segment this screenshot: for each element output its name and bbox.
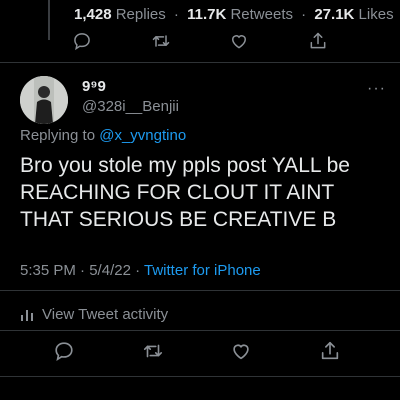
tweet-text: Bro you stole my ppls post YALL be REACH… <box>20 154 350 231</box>
analytics-icon <box>21 309 33 321</box>
view-tweet-activity-link[interactable]: View Tweet activity <box>20 306 168 323</box>
meta-divider <box>0 290 400 291</box>
retweet-icon[interactable] <box>141 339 165 363</box>
previous-tweet-stats: 1,428 Replies · 11.7K Retweets · 27.1K L… <box>74 6 394 23</box>
tweet-date[interactable]: 5/4/22 <box>89 262 131 279</box>
reply-icon[interactable] <box>52 339 76 363</box>
author-handle[interactable]: @328i__Benjii <box>82 98 179 115</box>
tweet-time[interactable]: 5:35 PM <box>20 262 76 279</box>
tweet-source-link[interactable]: Twitter for iPhone <box>144 262 261 279</box>
share-icon[interactable] <box>306 29 330 53</box>
tweet-actions <box>52 338 342 364</box>
more-options-icon[interactable]: ··· <box>367 80 386 98</box>
previous-tweet-actions <box>70 30 330 52</box>
thread-connector-line <box>48 0 50 40</box>
reply-icon[interactable] <box>70 29 94 53</box>
replying-to-mention[interactable]: @x_yvngtino <box>99 127 186 144</box>
replying-to-line: Replying to @x_yvngtino <box>20 127 187 144</box>
replies-stat[interactable]: 1,428 Replies <box>74 6 170 23</box>
activity-divider <box>0 330 400 331</box>
likes-stat[interactable]: 27.1K Likes <box>314 6 393 23</box>
like-icon[interactable] <box>227 29 251 53</box>
tweet-meta: 5:35 PM · 5/4/22 · Twitter for iPhone <box>20 262 261 279</box>
share-icon[interactable] <box>318 339 342 363</box>
like-icon[interactable] <box>229 339 253 363</box>
tweet-divider <box>0 62 400 63</box>
author-display-name[interactable]: 9⁹9 <box>82 78 106 95</box>
bottom-divider <box>0 376 400 377</box>
retweet-icon[interactable] <box>149 29 173 53</box>
avatar[interactable] <box>20 76 68 124</box>
retweets-stat[interactable]: 11.7K Retweets <box>187 6 297 23</box>
